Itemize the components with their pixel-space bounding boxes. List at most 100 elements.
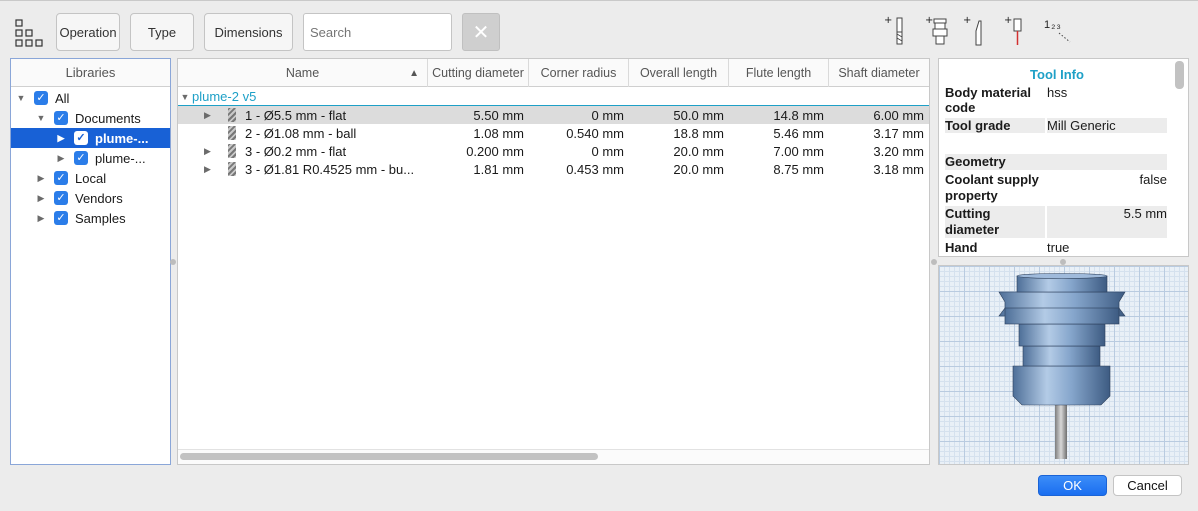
info-value: 5.5 mm	[1047, 206, 1167, 238]
tool-table: Name ▲ Cutting diameter Corner radius Ov…	[177, 58, 930, 465]
column-header-overall-length[interactable]: Overall length	[629, 59, 729, 87]
collapse-arrow-icon[interactable]: ▶	[56, 133, 66, 144]
type-filter-button[interactable]: Type	[130, 13, 194, 51]
flute-length-cell: 7.00 mm	[773, 143, 824, 159]
tool-preview-viewport[interactable]	[938, 265, 1189, 465]
corner-radius-cell: 0.540 mm	[566, 125, 624, 141]
tool-name-cell: 1 - Ø5.5 mm - flat	[228, 106, 428, 124]
column-header-flute-length[interactable]: Flute length	[729, 59, 829, 87]
add-tool-icon[interactable]: +	[884, 15, 910, 49]
tree-item-local[interactable]: ▶ ✓ Local	[11, 168, 170, 188]
vertical-scrollbar-thumb[interactable]	[1175, 61, 1184, 89]
tool-holder-3d-icon	[998, 273, 1126, 459]
corner-radius-cell: 0 mm	[591, 107, 625, 123]
cutting-diameter-cell: 0.200 mm	[466, 143, 524, 159]
flute-length-cell: 5.46 mm	[773, 125, 824, 141]
info-row-geometry: Geometry	[945, 154, 1167, 170]
checkbox-icon[interactable]: ✓	[74, 151, 88, 165]
tool-name-cell: 3 - Ø1.81 R0.4525 mm - bu...	[228, 160, 428, 178]
tree-item-label: All	[55, 90, 70, 106]
shaft-diameter-cell: 3.18 mm	[873, 161, 924, 177]
info-label: Body material code	[945, 85, 1031, 115]
operation-filter-button[interactable]: Operation	[56, 13, 120, 51]
info-row-coolant: Coolant supply property false	[945, 172, 1167, 204]
svg-text:+: +	[884, 15, 892, 26]
grid-view-icon[interactable]	[15, 19, 43, 47]
expand-arrow-icon[interactable]: ▶	[204, 106, 212, 124]
corner-radius-cell: 0 mm	[591, 143, 625, 159]
info-row-body-material: Body material code hss	[945, 85, 1167, 117]
cancel-button[interactable]: Cancel	[1113, 475, 1182, 496]
expand-arrow-icon[interactable]: ▶	[204, 160, 212, 178]
tool-name: 3 - Ø1.81 R0.4525 mm - bu...	[245, 161, 415, 177]
dimensions-filter-button[interactable]: Dimensions	[204, 13, 293, 51]
table-row[interactable]: 2 - Ø1.08 mm - ball 1.08 mm 0.540 mm 18.…	[178, 124, 929, 142]
overall-length-cell: 50.0 mm	[673, 107, 724, 123]
expand-arrow-icon[interactable]: ▼	[16, 93, 26, 103]
tree-item-vendors[interactable]: ▶ ✓ Vendors	[11, 188, 170, 208]
checkbox-icon[interactable]: ✓	[34, 91, 48, 105]
tree-item-all[interactable]: ▼ ✓ All	[11, 88, 170, 108]
tree-item-label: Samples	[75, 210, 126, 226]
info-section-label: Geometry	[945, 154, 1006, 169]
collapse-arrow-icon[interactable]: ▶	[56, 153, 66, 164]
tree-item-samples[interactable]: ▶ ✓ Samples	[11, 208, 170, 228]
ok-button[interactable]: OK	[1038, 475, 1107, 496]
column-header-cutting-diameter[interactable]: Cutting diameter	[428, 59, 529, 87]
checkbox-icon[interactable]: ✓	[54, 111, 68, 125]
column-header-name[interactable]: Name ▲	[178, 59, 428, 87]
expand-arrow-icon[interactable]: ▶	[204, 142, 212, 160]
sort-ascending-icon: ▲	[409, 67, 419, 79]
tool-name-cell: 3 - Ø0.2 mm - flat	[228, 142, 428, 160]
table-row[interactable]: ▶ 3 - Ø1.81 R0.4525 mm - bu... 1.81 mm 0…	[178, 160, 929, 178]
end-mill-icon	[228, 144, 236, 158]
tree-item-plume-1[interactable]: ▶ ✓ plume-...	[11, 128, 170, 148]
renumber-icon[interactable]: 1₂₃	[1044, 16, 1074, 46]
add-holder-icon[interactable]: +	[925, 15, 951, 49]
info-value: hss	[1047, 85, 1068, 100]
svg-text:+: +	[925, 15, 933, 26]
shaft-diameter-cell: 6.00 mm	[873, 107, 924, 123]
horizontal-scrollbar-thumb[interactable]	[180, 453, 598, 460]
table-row[interactable]: ▶ 3 - Ø0.2 mm - flat 0.200 mm 0 mm 20.0 …	[178, 142, 929, 160]
add-cutter-icon[interactable]: +	[963, 15, 989, 49]
collapse-arrow-icon[interactable]: ▶	[36, 213, 46, 224]
splitter-handle[interactable]	[931, 259, 937, 265]
collapse-arrow-icon[interactable]: ▶	[36, 193, 46, 204]
collapse-arrow-icon[interactable]: ▶	[36, 173, 46, 184]
column-header-corner-radius[interactable]: Corner radius	[529, 59, 629, 87]
info-value: false	[1139, 172, 1167, 187]
info-row-cutting-diameter: Cutting diameter 5.5 mm	[945, 206, 1167, 238]
cutting-diameter-cell: 1.81 mm	[473, 161, 524, 177]
info-value: true	[1047, 240, 1070, 255]
tool-name: 3 - Ø0.2 mm - flat	[245, 143, 347, 159]
end-mill-icon	[228, 162, 236, 176]
group-label: plume-2 v5	[192, 89, 257, 104]
add-probe-icon[interactable]: +	[1004, 15, 1030, 49]
tree-item-label: plume-...	[95, 130, 149, 146]
info-label: Coolant supply property	[945, 172, 1039, 203]
checkbox-icon[interactable]: ✓	[54, 191, 68, 205]
info-row-hand: Hand true	[945, 240, 1167, 256]
column-header-shaft-diameter[interactable]: Shaft diameter	[829, 59, 929, 87]
svg-text:+: +	[1004, 15, 1012, 26]
tree-item-documents[interactable]: ▼ ✓ Documents	[11, 108, 170, 128]
cutting-diameter-cell: 5.50 mm	[473, 107, 524, 123]
tree-item-plume-2[interactable]: ▶ ✓ plume-...	[11, 148, 170, 168]
checkbox-icon[interactable]: ✓	[54, 171, 68, 185]
search-input[interactable]	[303, 13, 452, 51]
expand-arrow-icon[interactable]: ▼	[178, 92, 192, 102]
expand-arrow-icon[interactable]: ▼	[36, 113, 46, 123]
info-value: Mill Generic	[1047, 118, 1167, 133]
overall-length-cell: 20.0 mm	[673, 161, 724, 177]
flute-length-cell: 14.8 mm	[773, 107, 824, 123]
table-row[interactable]: ▶ 1 - Ø5.5 mm - flat 5.50 mm 0 mm 50.0 m…	[178, 106, 929, 124]
splitter-handle[interactable]	[170, 259, 176, 265]
tree-item-label: Documents	[75, 110, 141, 126]
checkbox-icon[interactable]: ✓	[74, 131, 88, 145]
flute-length-cell: 8.75 mm	[773, 161, 824, 177]
library-group-row[interactable]: ▼ plume-2 v5	[178, 88, 929, 106]
svg-text:+: +	[963, 15, 971, 26]
checkbox-icon[interactable]: ✓	[54, 211, 68, 225]
clear-search-button[interactable]: ✕	[462, 13, 500, 51]
